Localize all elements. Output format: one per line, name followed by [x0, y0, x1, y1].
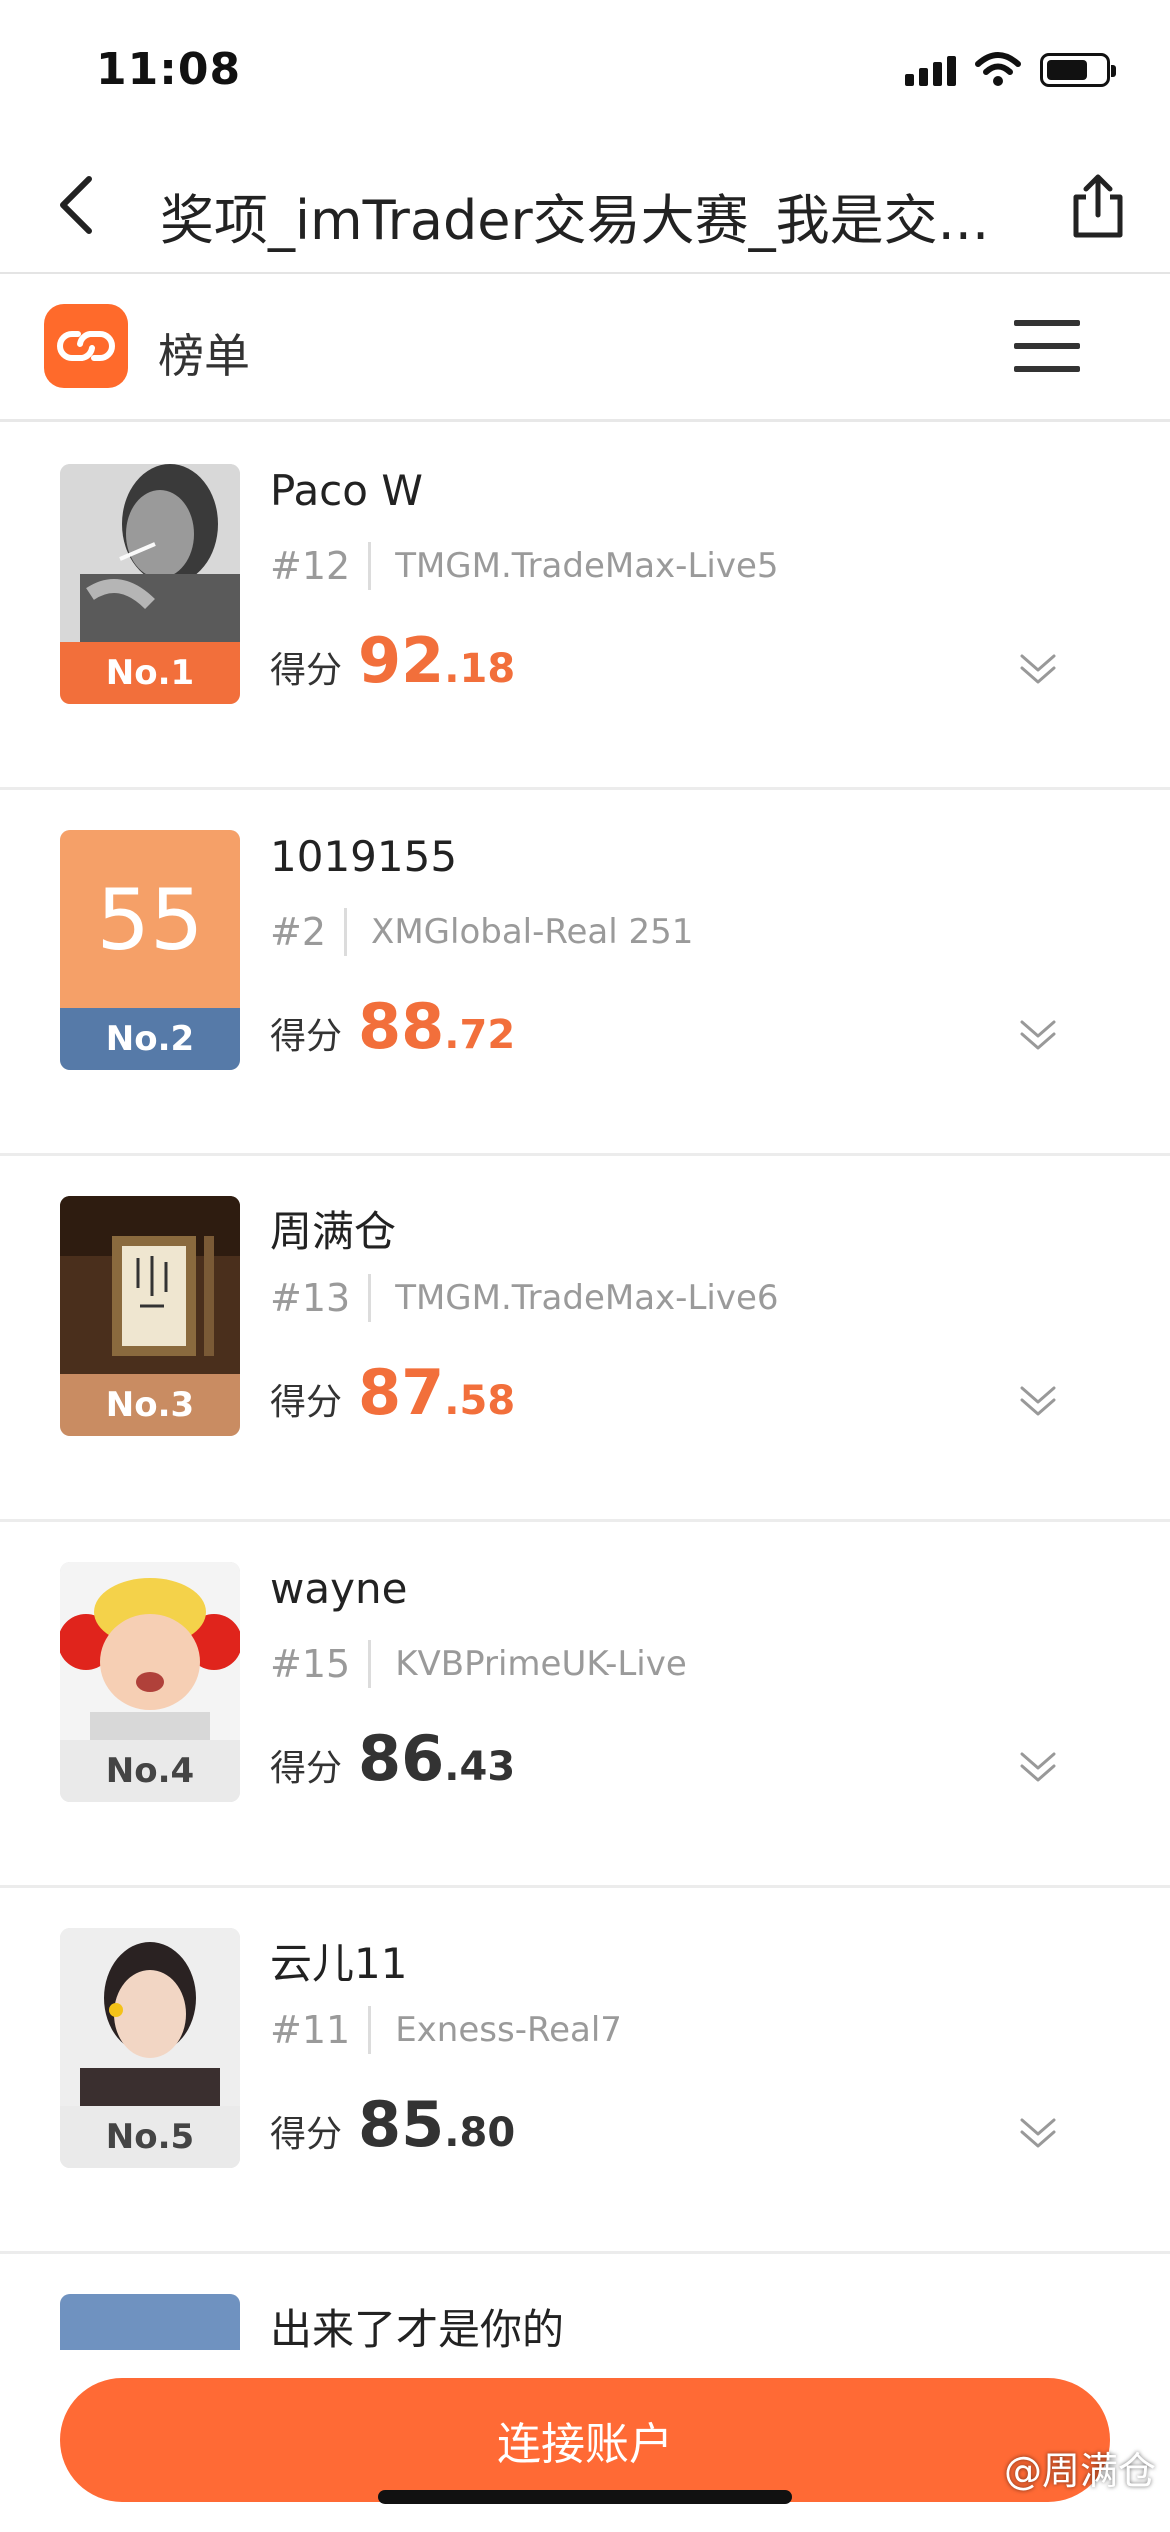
score-label: 得分 — [270, 650, 343, 691]
avatar: 55 No.2 — [60, 830, 240, 1070]
user-name: 出来了才是你的 — [270, 2305, 565, 2354]
share-button[interactable] — [1060, 168, 1136, 244]
score-integer: 92 — [358, 624, 445, 697]
section-title: 榜单 — [158, 329, 250, 383]
user-name: 1019155 — [270, 832, 458, 881]
avatar-photo-calligraphy-frame — [60, 1196, 240, 1376]
score: 得分 88 .72 — [270, 990, 515, 1063]
status-time: 11:08 — [96, 44, 242, 95]
status-bar: 11:08 — [0, 0, 1170, 140]
rank-tag: No.3 — [60, 1374, 240, 1436]
avatar-photo-baby — [60, 1562, 240, 1742]
bottom-bar: 连接账户 — [0, 2350, 1170, 2532]
score-integer: 85 — [358, 2088, 445, 2161]
signal-icon — [905, 54, 956, 86]
home-indicator — [378, 2490, 792, 2504]
avatar: No.3 — [60, 1196, 240, 1436]
avatar-photo-woman — [60, 1928, 240, 2108]
server-name: Exness-Real7 — [395, 2010, 622, 2050]
back-button[interactable] — [40, 170, 110, 240]
score-integer: 88 — [358, 990, 445, 1063]
nav-bar: 奖项_imTrader交易大赛_我是交... — [0, 140, 1170, 274]
meta-info: #11 Exness-Real7 — [270, 2006, 622, 2054]
score-decimal: .80 — [444, 2110, 516, 2156]
list-item[interactable]: 出来了才是你的 — [0, 2254, 1170, 2354]
status-icons — [905, 52, 1116, 88]
ranking-list: No.1 Paco W #12 TMGM.TradeMax-Live5 得分 9… — [0, 424, 1170, 2354]
avatar-text: 55 — [60, 830, 240, 1010]
menu-button[interactable] — [1014, 320, 1080, 372]
battery-icon — [1040, 53, 1116, 87]
list-item[interactable]: No.3 周满仓 #13 TMGM.TradeMax-Live6 得分 87 .… — [0, 1156, 1170, 1522]
score-decimal: .43 — [444, 1744, 516, 1790]
meta-info: #13 TMGM.TradeMax-Live6 — [270, 1274, 779, 1322]
avatar: No.5 — [60, 1928, 240, 2168]
score: 得分 85 .80 — [270, 2088, 515, 2161]
expand-chevron-icon[interactable] — [1016, 646, 1060, 690]
sub-rank: #15 — [270, 1640, 372, 1688]
score: 得分 86 .43 — [270, 1722, 515, 1795]
score-integer: 86 — [358, 1722, 445, 1795]
wifi-icon — [975, 52, 1021, 86]
server-name: TMGM.TradeMax-Live5 — [395, 546, 779, 586]
avatar — [60, 2294, 240, 2354]
sub-rank: #2 — [270, 908, 348, 956]
user-name: 云儿11 — [270, 1939, 408, 1988]
expand-chevron-icon[interactable] — [1016, 2110, 1060, 2154]
app-logo — [44, 304, 128, 388]
sub-rank: #13 — [270, 1274, 372, 1322]
score-decimal: .58 — [444, 1378, 516, 1424]
sub-rank: #11 — [270, 2006, 372, 2054]
user-name: wayne — [270, 1564, 408, 1613]
watermark: @周满仓 — [1003, 2449, 1156, 2493]
avatar-placeholder — [60, 2294, 240, 2354]
score-integer: 87 — [358, 1356, 445, 1429]
meta-info: #2 XMGlobal-Real 251 — [270, 908, 693, 956]
link-logo-icon — [57, 331, 115, 361]
sub-rank: #12 — [270, 542, 372, 590]
chevron-left-icon — [60, 176, 92, 234]
meta-info: #12 TMGM.TradeMax-Live5 — [270, 542, 779, 590]
server-name: XMGlobal-Real 251 — [371, 912, 694, 952]
expand-chevron-icon[interactable] — [1016, 1744, 1060, 1788]
connect-account-button[interactable]: 连接账户 — [60, 2378, 1110, 2502]
score-label: 得分 — [270, 1016, 343, 1057]
expand-chevron-icon[interactable] — [1016, 1012, 1060, 1056]
score-decimal: .18 — [444, 646, 516, 692]
page-title: 奖项_imTrader交易大赛_我是交... — [160, 189, 990, 252]
server-name: KVBPrimeUK-Live — [395, 1644, 687, 1684]
score: 得分 92 .18 — [270, 624, 515, 697]
user-name: 周满仓 — [270, 1207, 397, 1256]
rank-tag: No.2 — [60, 1008, 240, 1070]
share-icon — [1073, 174, 1123, 238]
list-item[interactable]: No.5 云儿11 #11 Exness-Real7 得分 85 .80 — [0, 1888, 1170, 2254]
score-label: 得分 — [270, 1748, 343, 1789]
user-name: Paco W — [270, 466, 423, 515]
score: 得分 87 .58 — [270, 1356, 515, 1429]
score-label: 得分 — [270, 1382, 343, 1423]
rank-tag: No.5 — [60, 2106, 240, 2168]
score-decimal: .72 — [444, 1012, 516, 1058]
list-item[interactable]: No.1 Paco W #12 TMGM.TradeMax-Live5 得分 9… — [0, 424, 1170, 790]
rank-tag: No.4 — [60, 1740, 240, 1802]
rank-tag: No.1 — [60, 642, 240, 704]
meta-info: #15 KVBPrimeUK-Live — [270, 1640, 687, 1688]
avatar: No.1 — [60, 464, 240, 704]
avatar: No.4 — [60, 1562, 240, 1802]
list-item[interactable]: No.4 wayne #15 KVBPrimeUK-Live 得分 86 .43 — [0, 1522, 1170, 1888]
server-name: TMGM.TradeMax-Live6 — [395, 1278, 779, 1318]
list-item[interactable]: 55 No.2 1019155 #2 XMGlobal-Real 251 得分 … — [0, 790, 1170, 1156]
expand-chevron-icon[interactable] — [1016, 1378, 1060, 1422]
section-header: 榜单 — [0, 276, 1170, 422]
avatar-photo-man-smoking — [60, 464, 240, 644]
score-label: 得分 — [270, 2114, 343, 2155]
